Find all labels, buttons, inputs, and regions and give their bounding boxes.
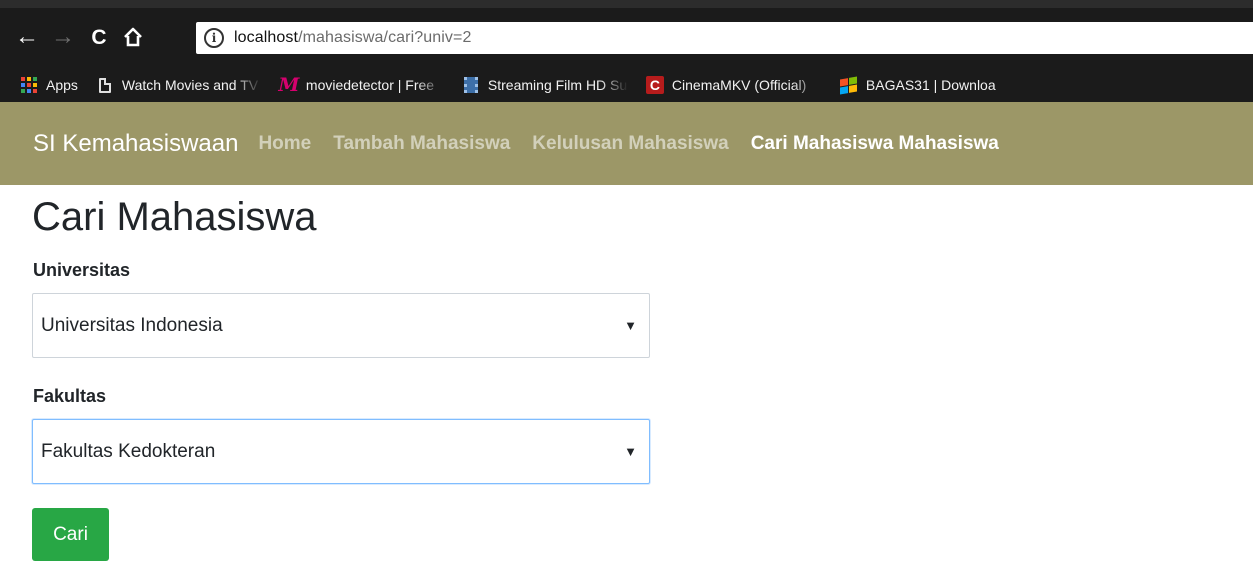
back-arrow-icon[interactable]: ← (12, 22, 42, 52)
dropdown-caret-icon: ▼ (624, 318, 637, 333)
universitas-selected-value: Universitas Indonesia (41, 314, 223, 336)
bookmark-label: Apps (46, 77, 78, 93)
dropdown-caret-icon: ▼ (624, 444, 637, 459)
nav-link-tambah-mahasiswa[interactable]: Tambah Mahasiswa (333, 133, 510, 155)
reload-icon[interactable]: C (84, 22, 114, 52)
address-bar[interactable]: i localhost/mahasiswa/cari?univ=2 (196, 22, 1253, 54)
bookmark-cinemamkv[interactable]: C CinemaMKV (Official) (645, 76, 822, 94)
page-title: Cari Mahasiswa (32, 195, 317, 239)
cari-button[interactable]: Cari (32, 508, 109, 561)
fakultas-select[interactable]: Fakultas Kedokteran ▼ (32, 419, 650, 484)
bookmarks-bar: Apps Watch Movies and TV M moviedetector… (0, 68, 1253, 102)
fakultas-label: Fakultas (33, 386, 107, 406)
nav-link-kelulusan-mahasiswa[interactable]: Kelulusan Mahasiswa (532, 133, 728, 155)
cinemamkv-c-icon: C (645, 76, 664, 94)
bookmark-label: Streaming Film HD Su (487, 77, 628, 93)
universitas-select[interactable]: Universitas Indonesia ▼ (32, 293, 650, 358)
moviedetector-m-icon: M (278, 74, 300, 96)
app-navbar: SI Kemahasiswaan Home Tambah Mahasiswa K… (0, 102, 1253, 185)
url-host: localhost (234, 29, 299, 46)
film-strip-icon (462, 76, 480, 94)
bookmark-bagas31[interactable]: BAGAS31 | Downloa (840, 76, 996, 94)
nav-link-cari-mahasiswa[interactable]: Cari Mahasiswa Mahasiswa (751, 133, 999, 155)
site-info-icon[interactable]: i (204, 28, 224, 48)
browser-toolbar: ← → C i localhost/mahasiswa/cari?univ=2 (0, 0, 1253, 68)
apps-grid-icon (20, 76, 38, 94)
home-icon[interactable] (118, 22, 148, 52)
forward-arrow-icon[interactable]: → (48, 22, 78, 52)
navbar-brand[interactable]: SI Kemahasiswaan (33, 130, 238, 158)
windows-logo-icon (840, 76, 858, 94)
bookmark-watch-movies[interactable]: Watch Movies and TV (96, 76, 262, 94)
url-text[interactable]: localhost/mahasiswa/cari?univ=2 (234, 29, 471, 47)
home-icon-svg (124, 27, 142, 47)
fakultas-selected-value: Fakultas Kedokteran (41, 440, 216, 462)
url-path: /mahasiswa/cari?univ=2 (298, 29, 472, 46)
bookmark-label: moviedetector | Free (305, 77, 435, 93)
bookmark-label: CinemaMKV (Official) (671, 77, 807, 93)
bookmark-moviedetector[interactable]: M moviedetector | Free (278, 74, 444, 96)
window-top-edge (0, 0, 1253, 8)
document-icon (96, 76, 114, 94)
bookmark-label: BAGAS31 | Downloa (865, 77, 996, 93)
bookmark-apps[interactable]: Apps (20, 76, 78, 94)
bookmark-label: Watch Movies and TV (121, 77, 259, 93)
bookmark-streaming-film[interactable]: Streaming Film HD Su (462, 76, 628, 94)
universitas-label: Universitas (33, 260, 131, 280)
nav-link-home[interactable]: Home (258, 133, 311, 155)
